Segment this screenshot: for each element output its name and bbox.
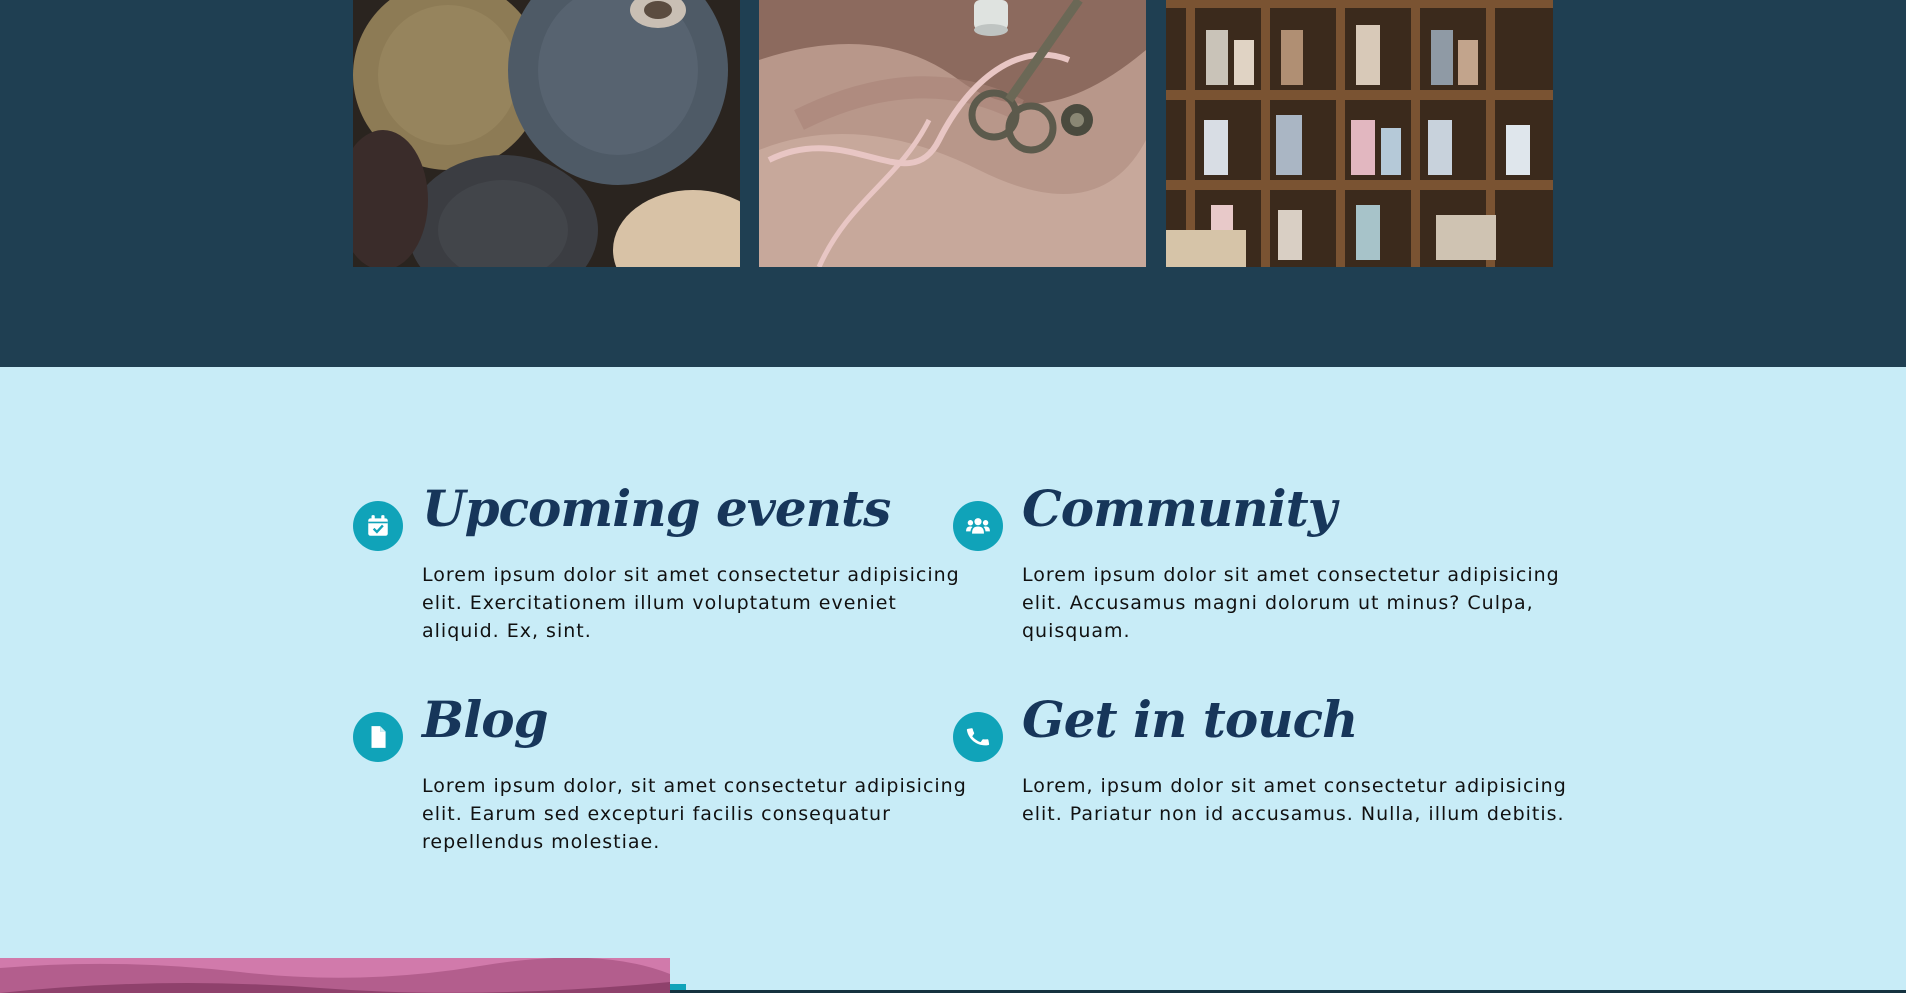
feature-title: Get in touch: [1022, 690, 1358, 749]
feature-description: Lorem ipsum dolor sit amet consectetur a…: [1022, 564, 1560, 642]
feature-title: Blog: [422, 690, 549, 749]
thread-spools-shelf-photo: [1166, 0, 1553, 267]
users-icon: [953, 501, 1003, 551]
feature-description: Lorem, ipsum dolor sit amet consectetur …: [1022, 775, 1567, 825]
yarn-balls-photo: [353, 0, 740, 267]
silk-scissors-tape-photo: [759, 0, 1146, 267]
feature-title: Upcoming events: [422, 479, 891, 538]
pink-fabric-photo: [0, 958, 670, 993]
phone-icon: [953, 712, 1003, 762]
feature-description: Lorem ipsum dolor, sit amet consectetur …: [422, 775, 967, 853]
features-section: Upcoming events Lorem ipsum dolor sit am…: [353, 367, 1566, 957]
feature-description: Lorem ipsum dolor sit amet consectetur a…: [422, 564, 960, 642]
calendar-check-icon: [353, 501, 403, 551]
file-icon: [353, 712, 403, 762]
feature-title: Community: [1022, 479, 1337, 538]
gallery-section: [0, 0, 1906, 367]
